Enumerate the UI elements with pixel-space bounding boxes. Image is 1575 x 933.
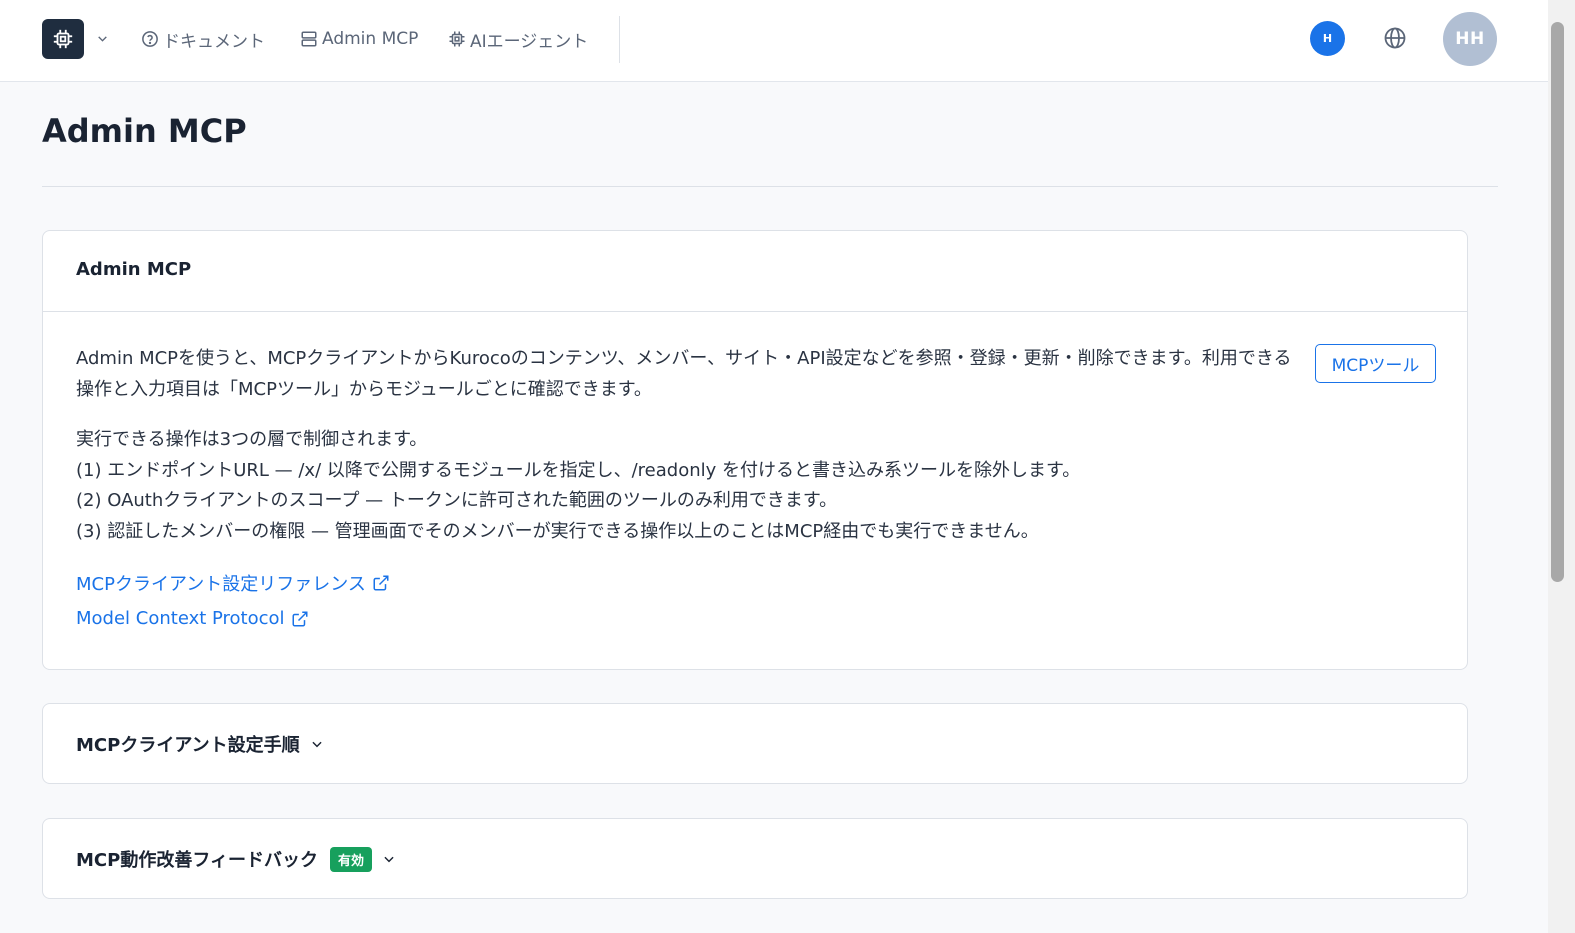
user-indicator[interactable]: H	[1310, 21, 1345, 56]
external-link-icon	[373, 575, 389, 591]
status-badge: 有効	[329, 846, 372, 872]
layer-member-permission: (3) 認証したメンバーの権限 — 管理画面でそのメンバーが実行できる操作以上の…	[76, 520, 1039, 542]
nav-item-ai-agent[interactable]: AIエージェント	[448, 26, 588, 52]
nav-item-documents[interactable]: ドキュメント	[141, 26, 265, 52]
link-label: Model Context Protocol	[76, 608, 285, 629]
mcp-client-setup-section: MCPクライアント設定手順	[42, 703, 1468, 784]
chip-icon	[53, 29, 73, 49]
card-heading: Admin MCP	[43, 231, 1467, 312]
layer-oauth-scope: (2) OAuthクライアントのスコープ — トークンに許可された範囲のツールの…	[76, 490, 838, 511]
title-divider	[42, 186, 1498, 187]
page-title: Admin MCP	[42, 112, 247, 150]
chevron-down-icon	[310, 737, 324, 751]
nav-divider	[619, 16, 620, 63]
language-globe-icon[interactable]	[1382, 25, 1408, 51]
site-switcher-chevron-down-icon[interactable]	[93, 29, 111, 47]
nav-item-admin-mcp[interactable]: Admin MCP	[300, 26, 418, 52]
layers-intro: 実行できる操作は3つの層で制御されます。	[76, 429, 428, 450]
app-logo-button[interactable]	[42, 19, 84, 59]
nav-item-label: ドキュメント	[163, 31, 265, 52]
mcp-client-reference-link[interactable]: MCPクライアント設定リファレンス	[76, 570, 390, 596]
model-context-protocol-link[interactable]: Model Context Protocol	[76, 608, 309, 629]
nav-item-label: AIエージェント	[470, 31, 589, 52]
page-scrollbar-thumb[interactable]	[1551, 22, 1564, 582]
top-navigation-bar: ドキュメント Admin MCP AIエージェント H HH	[0, 0, 1548, 82]
section-heading: MCP動作改善フィードバック	[76, 850, 318, 871]
link-label: MCPクライアント設定リファレンス	[76, 574, 366, 595]
user-avatar[interactable]: HH	[1443, 12, 1497, 66]
server-icon	[301, 31, 317, 47]
chevron-down-icon	[382, 852, 396, 866]
cpu-icon	[449, 31, 465, 47]
setup-section-toggle[interactable]: MCPクライアント設定手順	[76, 731, 324, 757]
description-text: Admin MCPを使うと、MCPクライアントからKurocoのコンテンツ、メン…	[76, 348, 1292, 400]
section-heading: MCPクライアント設定手順	[76, 735, 300, 756]
nav-item-label: Admin MCP	[322, 29, 419, 49]
admin-mcp-info-card: Admin MCP Admin MCPを使うと、MCPクライアントからKuroc…	[42, 230, 1468, 670]
external-link-icon	[292, 611, 308, 626]
mcp-tools-button[interactable]: MCPツール	[1315, 344, 1436, 383]
mcp-feedback-section: MCP動作改善フィードバック 有効	[42, 818, 1468, 899]
permission-layers: 実行できる操作は3つの層で制御されます。 (1) エンドポイントURL — /x…	[76, 425, 1376, 547]
layer-endpoint-url: (1) エンドポイントURL — /x/ 以降で公開するモジュールを指定し、/r…	[76, 459, 1081, 481]
help-circle-icon	[142, 31, 158, 47]
feedback-section-toggle[interactable]: MCP動作改善フィードバック 有効	[76, 846, 396, 872]
